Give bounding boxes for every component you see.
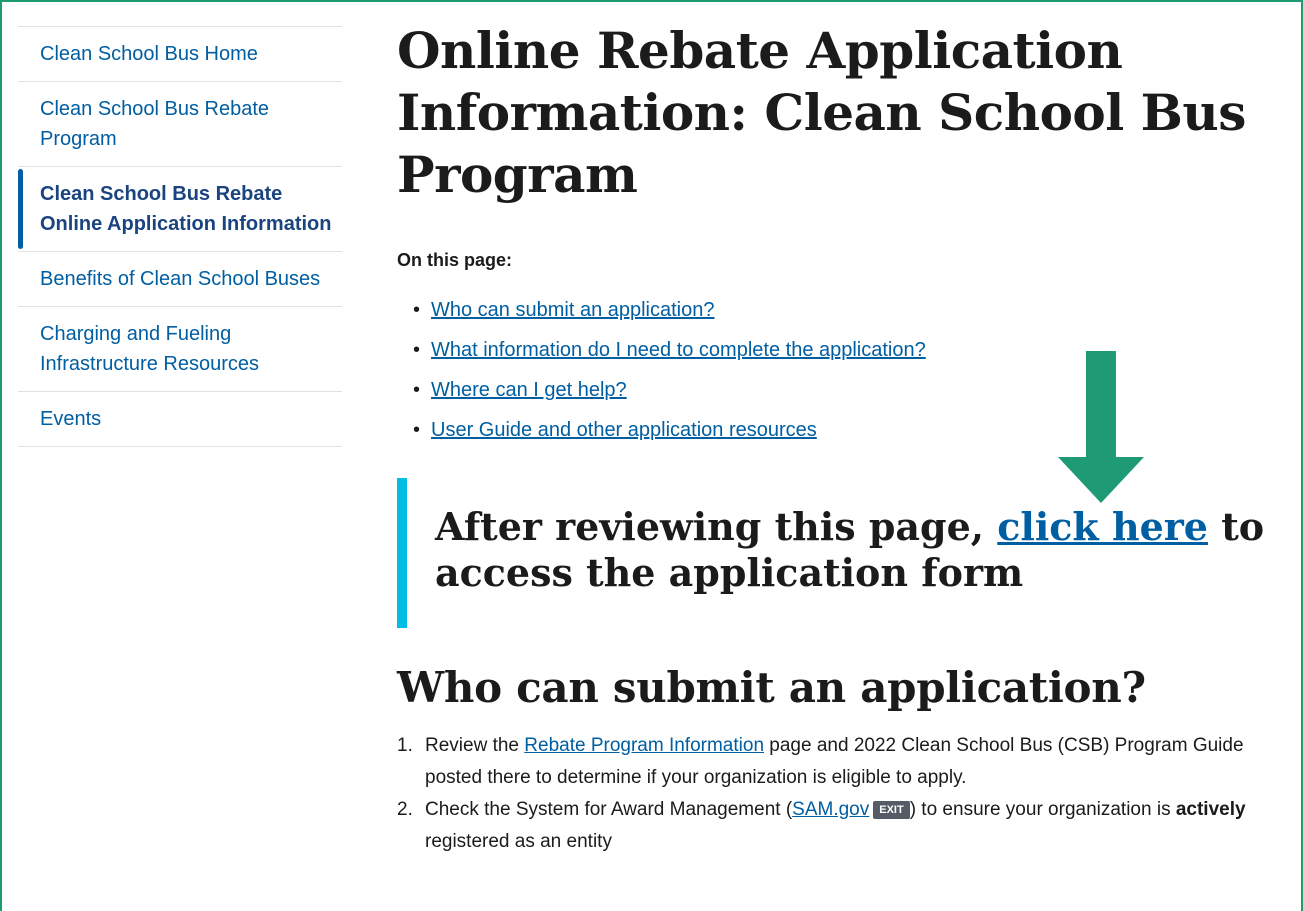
sidebar-item-home[interactable]: Clean School Bus Home bbox=[18, 27, 342, 82]
toc-link-user-guide[interactable]: User Guide and other application resourc… bbox=[431, 419, 817, 441]
step-emphasis: actively bbox=[1175, 799, 1246, 820]
section-title-who-can-submit: Who can submit an application? bbox=[397, 663, 1146, 712]
toc-link-who-can-submit[interactable]: Who can submit an application? bbox=[431, 299, 715, 321]
sidebar-item-rebate-program[interactable]: Clean School Bus Rebate Program bbox=[18, 82, 342, 167]
list-item: Where can I get help? bbox=[413, 370, 1277, 410]
main-content: Online Rebate Application Information: C… bbox=[397, 20, 1277, 858]
down-arrow-icon bbox=[1058, 351, 1144, 503]
sidebar-item-online-application[interactable]: Clean School Bus Rebate Online Applicati… bbox=[18, 167, 342, 252]
on-this-page-heading: On this page: bbox=[397, 250, 513, 270]
sam-gov-link[interactable]: SAM.gov bbox=[792, 799, 869, 820]
step-text: Review the bbox=[425, 735, 525, 756]
callout-text-before: After reviewing this page, bbox=[435, 504, 998, 549]
application-callout: After reviewing this page, click here to… bbox=[397, 478, 1277, 628]
sidebar-item-events[interactable]: Events bbox=[18, 392, 342, 447]
sidebar-item-benefits[interactable]: Benefits of Clean School Buses bbox=[18, 252, 342, 307]
on-this-page-list: Who can submit an application? What info… bbox=[413, 290, 1277, 450]
step-text: registered as an entity bbox=[425, 831, 612, 852]
toc-link-get-help[interactable]: Where can I get help? bbox=[431, 379, 627, 401]
toc-link-information-needed[interactable]: What information do I need to complete t… bbox=[431, 339, 926, 361]
page-title: Online Rebate Application Information: C… bbox=[397, 21, 1246, 204]
step-number: 2. bbox=[397, 799, 413, 820]
step-text: Check the System for Award Management ( bbox=[425, 799, 793, 820]
list-item: 2. Check the System for Award Management … bbox=[397, 794, 1277, 858]
list-item: User Guide and other application resourc… bbox=[413, 410, 1277, 450]
rebate-program-info-link[interactable]: Rebate Program Information bbox=[524, 735, 764, 756]
list-item: What information do I need to complete t… bbox=[413, 330, 1277, 370]
list-item: 1. Review the Rebate Program Information … bbox=[397, 730, 1277, 794]
step-number: 1. bbox=[397, 735, 413, 756]
exit-badge: EXIT bbox=[873, 800, 910, 819]
sidebar-item-infrastructure[interactable]: Charging and Fueling Infrastructure Reso… bbox=[18, 307, 342, 392]
sidebar-nav: Clean School Bus Home Clean School Bus R… bbox=[18, 26, 342, 447]
steps-list: 1. Review the Rebate Program Information … bbox=[397, 730, 1277, 858]
step-text: ) to ensure your organization is bbox=[909, 799, 1176, 820]
list-item: Who can submit an application? bbox=[413, 290, 1277, 330]
click-here-link[interactable]: click here bbox=[997, 504, 1208, 549]
